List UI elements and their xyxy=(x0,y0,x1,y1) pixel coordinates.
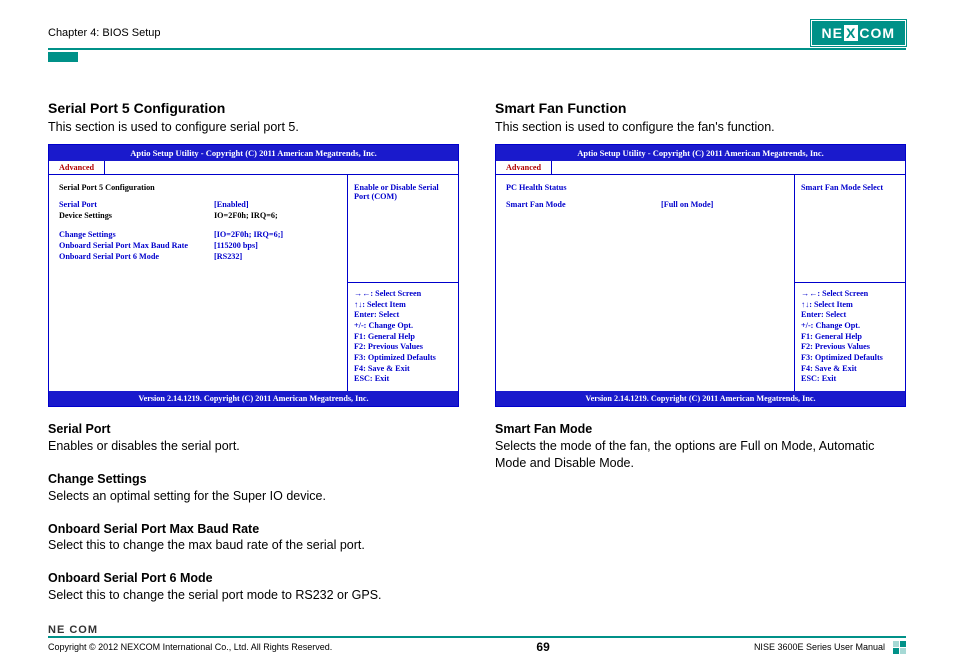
para-block: Onboard Serial Port 6 Mode Select this t… xyxy=(48,570,459,604)
section-title-left: Serial Port 5 Configuration xyxy=(48,100,459,116)
footer-mini-logo: NE COM xyxy=(48,624,906,636)
bios-opt-label[interactable]: Smart Fan Mode xyxy=(506,200,661,209)
bios-section-label: PC Health Status xyxy=(506,183,784,192)
logo-text-right: COM xyxy=(859,25,895,41)
section-desc-left: This section is used to configure serial… xyxy=(48,120,459,134)
bios-key: F3: Optimized Defaults xyxy=(801,353,899,364)
bios-tab-advanced[interactable]: Advanced xyxy=(49,161,105,174)
bios-key: ESC: Exit xyxy=(801,374,899,385)
para-title: Change Settings xyxy=(48,471,459,488)
accent-tab xyxy=(48,52,78,62)
footer-rule xyxy=(48,636,906,638)
para-body: Select this to change the serial port mo… xyxy=(48,587,459,604)
bios-opt-label[interactable]: Onboard Serial Port Max Baud Rate xyxy=(59,241,214,250)
para-body: Select this to change the max baud rate … xyxy=(48,537,459,554)
bios-opt-value: [Full on Mode] xyxy=(661,200,713,209)
footer-squares-icon xyxy=(893,641,906,654)
bios-key: F1: General Help xyxy=(354,332,452,343)
chapter-label: Chapter 4: BIOS Setup xyxy=(48,27,161,39)
bios-key-legend: →←: Select Screen ↑↓: Select Item Enter:… xyxy=(348,283,458,391)
logo-text-mid: X xyxy=(844,25,858,41)
bios-opt-value: [Enabled] xyxy=(214,200,249,209)
bios-tab-advanced[interactable]: Advanced xyxy=(496,161,552,174)
bios-footer: Version 2.14.1219. Copyright (C) 2011 Am… xyxy=(49,391,458,406)
bios-opt-label[interactable]: Change Settings xyxy=(59,230,214,239)
nexcom-logo: NE X COM xyxy=(811,20,906,46)
bios-panel-left: Aptio Setup Utility - Copyright (C) 2011… xyxy=(48,144,459,407)
bios-opt-value: [RS232] xyxy=(214,252,242,261)
bios-key: ↑↓: Select Item xyxy=(354,300,452,311)
bios-key: F1: General Help xyxy=(801,332,899,343)
bios-key: →←: Select Screen xyxy=(354,289,452,300)
bios-header: Aptio Setup Utility - Copyright (C) 2011… xyxy=(49,145,458,161)
para-title: Onboard Serial Port Max Baud Rate xyxy=(48,521,459,538)
logo-text-left: NE xyxy=(822,25,843,41)
bios-footer: Version 2.14.1219. Copyright (C) 2011 Am… xyxy=(496,391,905,406)
section-desc-right: This section is used to configure the fa… xyxy=(495,120,906,134)
section-title-right: Smart Fan Function xyxy=(495,100,906,116)
bios-key: F2: Previous Values xyxy=(801,342,899,353)
bios-opt-label[interactable]: Onboard Serial Port 6 Mode xyxy=(59,252,214,261)
bios-key: F4: Save & Exit xyxy=(354,364,452,375)
para-body: Enables or disables the serial port. xyxy=(48,438,459,455)
para-block: Change Settings Selects an optimal setti… xyxy=(48,471,459,505)
para-body: Selects the mode of the fan, the options… xyxy=(495,438,906,472)
bios-key: Enter: Select xyxy=(354,310,452,321)
bios-key: ↑↓: Select Item xyxy=(801,300,899,311)
para-block: Serial Port Enables or disables the seri… xyxy=(48,421,459,455)
bios-key: Enter: Select xyxy=(801,310,899,321)
bios-key: →←: Select Screen xyxy=(801,289,899,300)
footer-copyright: Copyright © 2012 NEXCOM International Co… xyxy=(48,642,332,652)
bios-opt-value: [115200 bps] xyxy=(214,241,258,250)
para-title: Serial Port xyxy=(48,421,459,438)
bios-key-legend: →←: Select Screen ↑↓: Select Item Enter:… xyxy=(795,283,905,391)
bios-opt-value: IO=2F0h; IRQ=6; xyxy=(214,211,278,220)
para-body: Selects an optimal setting for the Super… xyxy=(48,488,459,505)
bios-help-text: Smart Fan Mode Select xyxy=(795,175,905,283)
bios-opt-label: Device Settings xyxy=(59,211,214,220)
page-number: 69 xyxy=(536,640,549,654)
header-rule xyxy=(48,48,906,50)
bios-tab-row: Advanced xyxy=(496,161,905,175)
para-title: Onboard Serial Port 6 Mode xyxy=(48,570,459,587)
bios-header: Aptio Setup Utility - Copyright (C) 2011… xyxy=(496,145,905,161)
bios-key: +/-: Change Opt. xyxy=(801,321,899,332)
bios-key: ESC: Exit xyxy=(354,374,452,385)
bios-section-label: Serial Port 5 Configuration xyxy=(59,183,337,192)
bios-key: F4: Save & Exit xyxy=(801,364,899,375)
bios-opt-value: [IO=2F0h; IRQ=6;] xyxy=(214,230,283,239)
bios-key: F2: Previous Values xyxy=(354,342,452,353)
bios-panel-right: Aptio Setup Utility - Copyright (C) 2011… xyxy=(495,144,906,407)
para-block: Smart Fan Mode Selects the mode of the f… xyxy=(495,421,906,472)
bios-help-text: Enable or Disable Serial Port (COM) xyxy=(348,175,458,283)
bios-tab-row: Advanced xyxy=(49,161,458,175)
bios-key: F3: Optimized Defaults xyxy=(354,353,452,364)
footer-manual-name: NISE 3600E Series User Manual xyxy=(754,642,885,652)
bios-opt-label[interactable]: Serial Port xyxy=(59,200,214,209)
para-title: Smart Fan Mode xyxy=(495,421,906,438)
bios-key: +/-: Change Opt. xyxy=(354,321,452,332)
para-block: Onboard Serial Port Max Baud Rate Select… xyxy=(48,521,459,555)
